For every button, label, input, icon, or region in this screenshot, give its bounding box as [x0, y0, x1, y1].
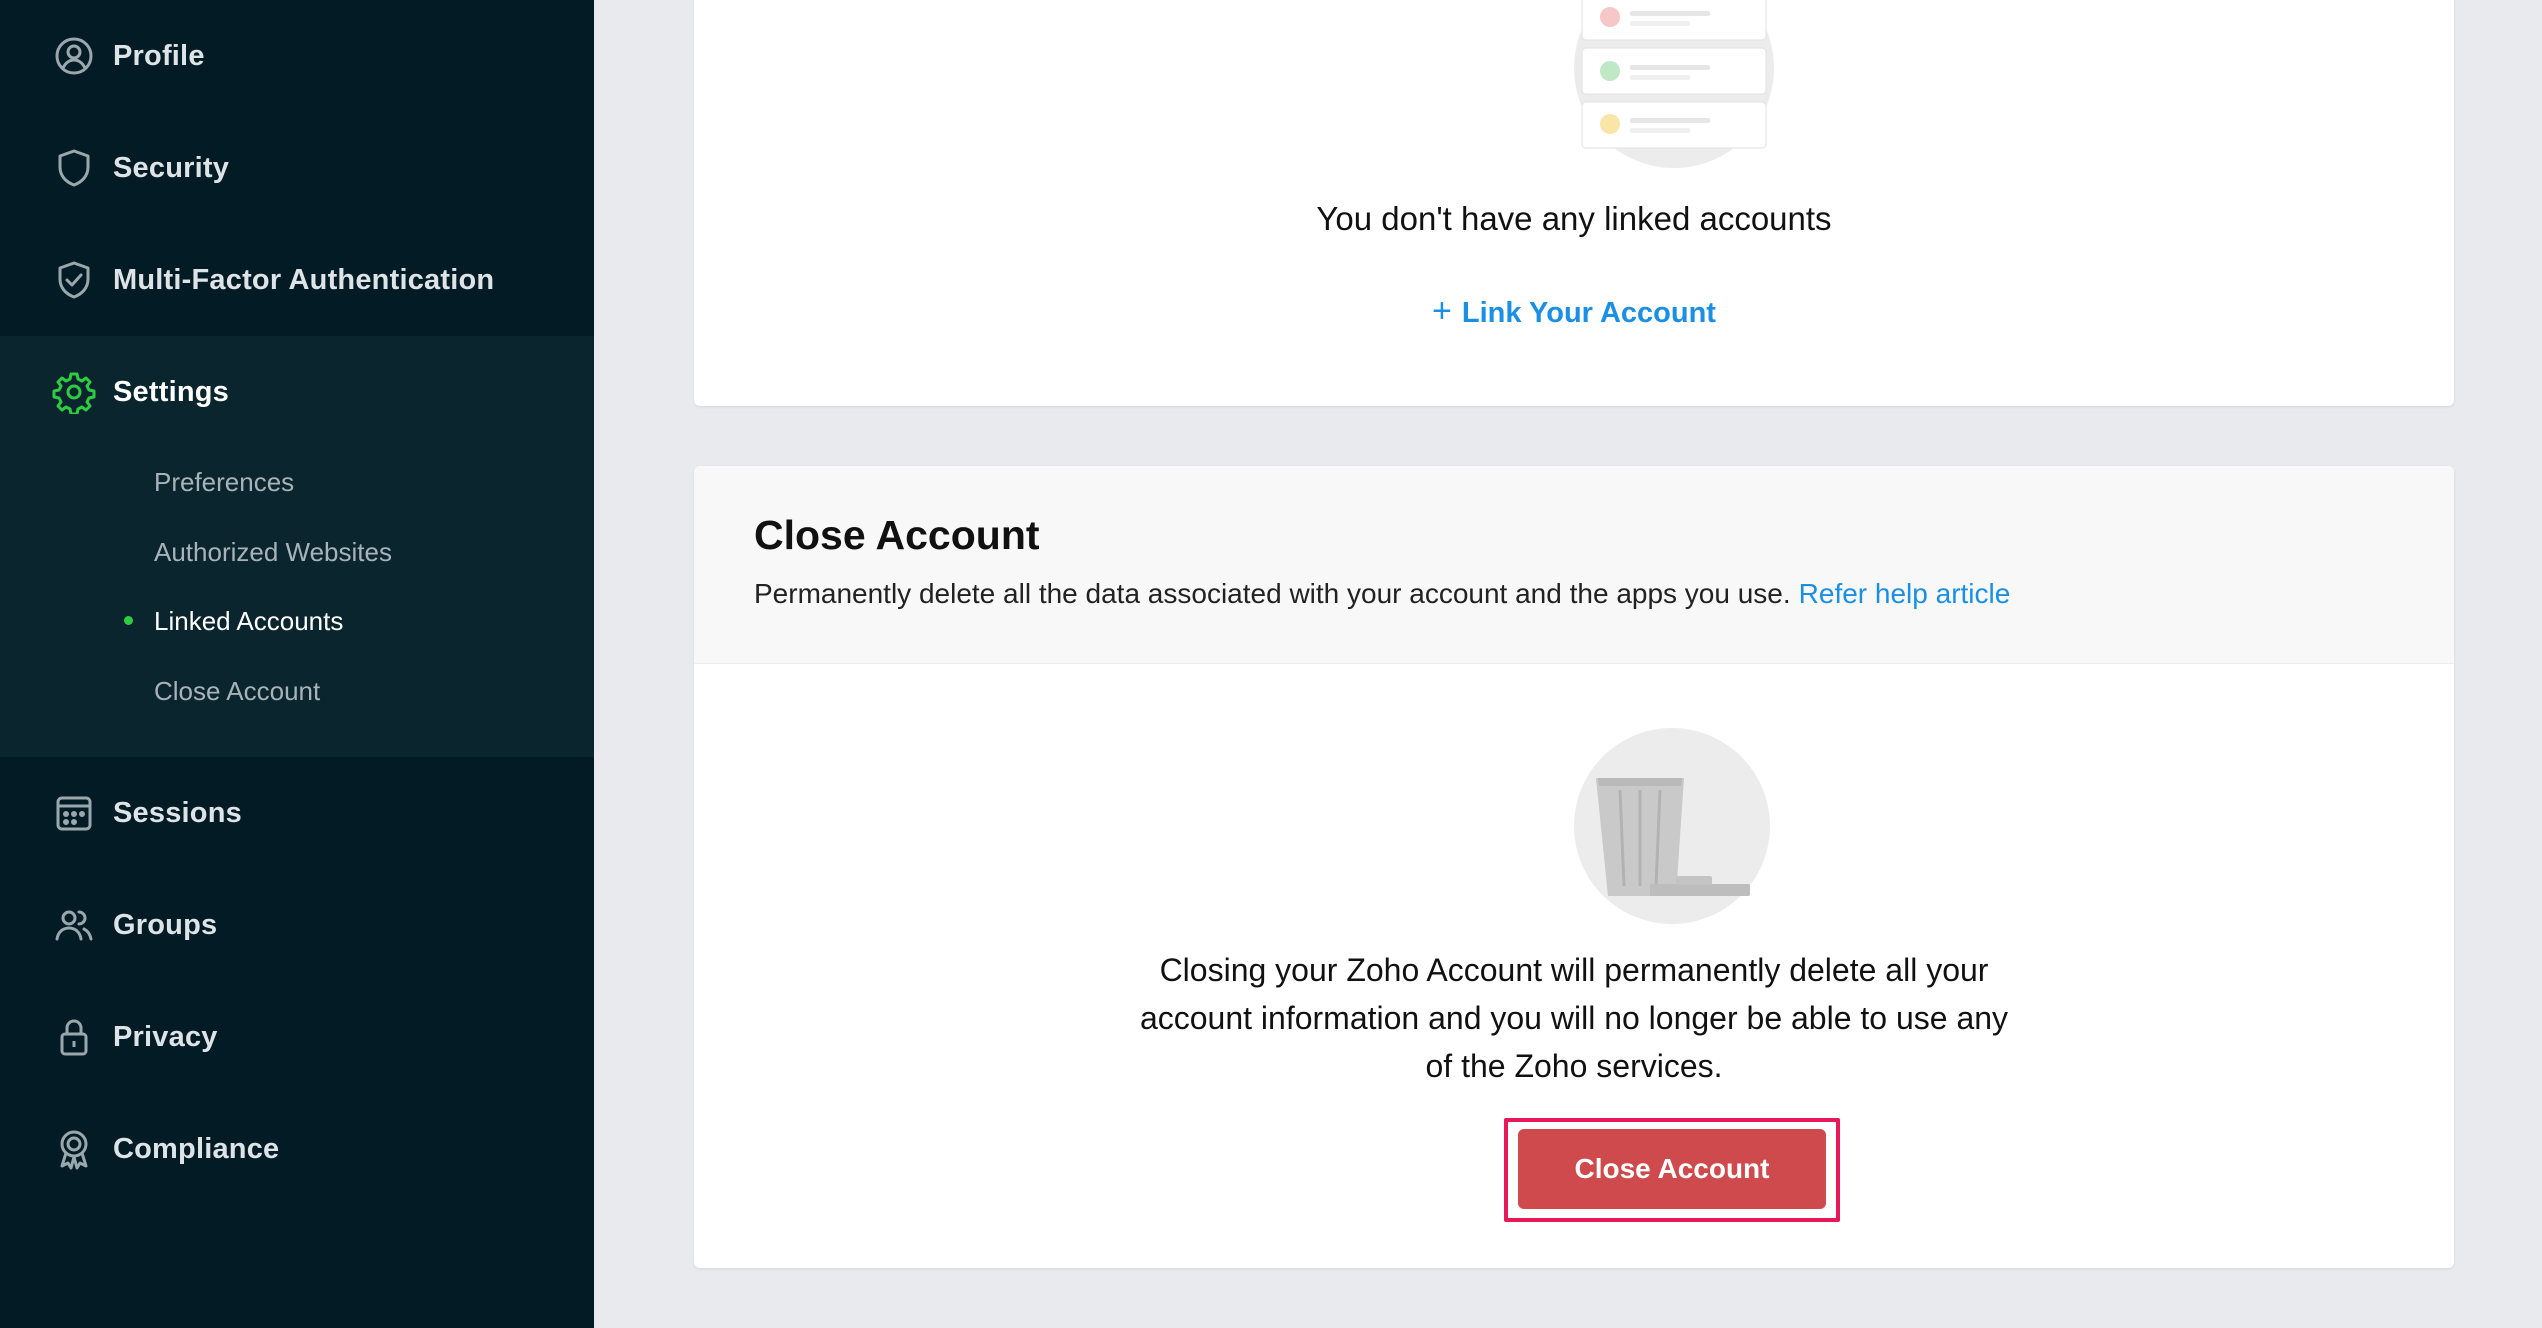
section-description: Permanently delete all the data associat…	[754, 578, 2010, 610]
sidebar-subitem-linked-accounts[interactable]: Linked Accounts	[154, 606, 343, 637]
main-content: You don't have any linked accounts + Link…	[594, 0, 2542, 1328]
shield-check-icon	[52, 258, 96, 302]
sidebar-item-label: Privacy	[113, 1020, 218, 1053]
close-account-card: Close Account Permanently delete all the…	[694, 466, 2454, 1268]
user-circle-icon	[52, 34, 96, 78]
gear-icon	[52, 370, 96, 414]
linked-accounts-card: You don't have any linked accounts + Link…	[694, 0, 2454, 406]
sidebar-item-groups[interactable]: Groups	[0, 869, 594, 981]
sidebar-item-sessions[interactable]: Sessions	[0, 757, 594, 869]
description-text: Permanently delete all the data associat…	[754, 578, 1791, 609]
sidebar-item-privacy[interactable]: Privacy	[0, 981, 594, 1093]
sidebar-item-security[interactable]: Security	[0, 112, 594, 224]
sidebar-subitem-preferences[interactable]: Preferences	[154, 467, 294, 498]
calendar-icon	[52, 791, 96, 835]
sidebar-item-label: Security	[113, 151, 230, 184]
plus-icon: +	[1432, 292, 1452, 330]
badge-icon	[52, 1127, 96, 1171]
sidebar-item-compliance[interactable]: Compliance	[0, 1093, 594, 1205]
lock-icon	[52, 1015, 96, 1059]
sidebar-subitem-close-account[interactable]: Close Account	[154, 676, 320, 707]
sidebar-item-settings[interactable]: Settings	[0, 336, 594, 448]
sidebar-item-label: Groups	[113, 908, 218, 941]
app: Profile Security Multi-Factor Authentica…	[0, 0, 2542, 1328]
sidebar-item-label: Sessions	[113, 796, 242, 829]
close-account-message: Closing your Zoho Account will permanent…	[1139, 952, 2009, 1084]
sidebar-item-label: Profile	[113, 39, 205, 72]
close-account-header: Close Account Permanently delete all the…	[694, 466, 2454, 664]
linked-accounts-illustration	[1574, 0, 1774, 178]
sidebar-item-label: Compliance	[113, 1132, 280, 1165]
link-account-label: Link Your Account	[1461, 297, 1716, 329]
sidebar-subitem-authorized-websites[interactable]: Authorized Websites	[154, 537, 392, 568]
sidebar-item-mfa[interactable]: Multi-Factor Authentication	[0, 224, 594, 336]
help-article-link[interactable]: Refer help article	[1799, 578, 2011, 609]
sidebar: Profile Security Multi-Factor Authentica…	[0, 0, 594, 1328]
shield-icon	[52, 146, 96, 190]
section-title: Close Account	[754, 512, 1040, 558]
active-indicator-dot	[124, 616, 133, 625]
sidebar-item-label: Settings	[113, 375, 229, 408]
users-icon	[52, 903, 96, 947]
settings-group: Settings Preferences Authorized Websites…	[0, 336, 594, 757]
close-account-button[interactable]: Close Account	[1518, 1129, 1826, 1209]
sidebar-item-label: Multi-Factor Authentication	[113, 263, 495, 296]
empty-state-text: You don't have any linked accounts	[1316, 200, 1832, 237]
link-account-button[interactable]: + Link Your Account	[694, 292, 2454, 331]
trash-icon	[1572, 726, 1772, 926]
sidebar-item-profile[interactable]: Profile	[0, 0, 594, 112]
